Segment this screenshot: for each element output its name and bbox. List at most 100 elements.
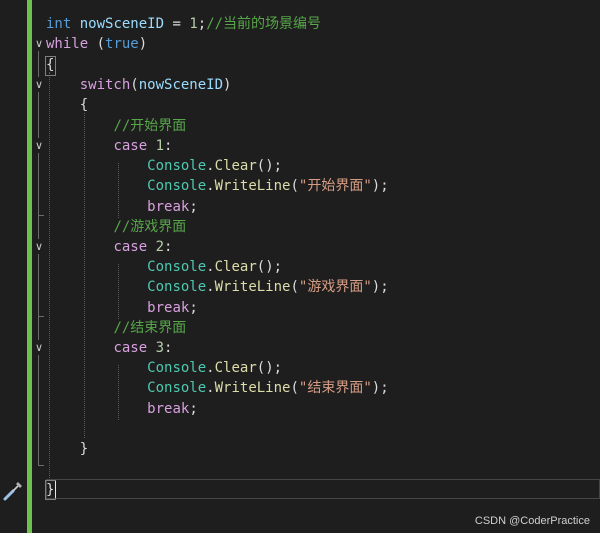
code-token: "结束界面" xyxy=(298,380,372,396)
code-token: Clear xyxy=(214,360,257,376)
code-token: case xyxy=(113,239,148,255)
code-token: ) xyxy=(223,77,232,93)
code-token: . xyxy=(206,360,215,376)
code-line[interactable]: Console.Clear(); xyxy=(46,257,282,277)
code-token: Console xyxy=(147,259,207,275)
screwdriver-icon[interactable] xyxy=(2,480,24,502)
code-token: break xyxy=(147,401,190,417)
code-editor[interactable]: ∨ ∨ ∨ ∨ ∨ int nowSceneID = 1;//当前的场景编号 wh… xyxy=(0,0,600,533)
code-token: nowSceneID xyxy=(79,16,165,32)
code-token: 1 xyxy=(155,138,165,154)
code-line[interactable]: //开始界面 xyxy=(46,116,186,136)
fold-chevron-down-icon[interactable]: ∨ xyxy=(33,241,45,253)
code-token: Console xyxy=(147,360,207,376)
change-indicator-bar xyxy=(27,0,32,533)
code-token: ( xyxy=(88,36,106,52)
fold-chevron-down-icon[interactable]: ∨ xyxy=(33,79,45,91)
code-line[interactable]: while (true) xyxy=(46,34,147,54)
code-line[interactable]: case 1: xyxy=(46,136,172,156)
code-line[interactable]: case 2: xyxy=(46,237,172,257)
code-token: ); xyxy=(371,380,389,396)
code-line[interactable]: Console.WriteLine("游戏界面"); xyxy=(46,277,389,297)
code-line[interactable]: case 3: xyxy=(46,338,172,358)
code-token: ; xyxy=(189,199,198,215)
code-token: ); xyxy=(371,279,389,295)
code-token: switch xyxy=(79,77,131,93)
code-token: while xyxy=(46,36,89,52)
code-token: ; xyxy=(197,16,207,32)
code-token: (); xyxy=(256,259,283,275)
outline-line xyxy=(38,51,39,77)
code-token: } xyxy=(46,441,89,457)
code-line[interactable]: //结束界面 xyxy=(46,318,186,338)
code-token: } xyxy=(46,482,55,498)
code-token: ) xyxy=(138,36,148,52)
code-line[interactable]: break; xyxy=(46,399,198,419)
watermark-text: CSDN @CoderPractice xyxy=(474,515,590,527)
code-token: case xyxy=(113,340,148,356)
outline-line xyxy=(38,153,39,239)
code-token: { xyxy=(46,97,89,113)
code-token: (); xyxy=(256,158,283,174)
code-line[interactable]: } xyxy=(46,480,54,500)
code-token: nowSceneID xyxy=(138,77,224,93)
code-line[interactable]: break; xyxy=(46,197,198,217)
code-line[interactable]: Console.Clear(); xyxy=(46,358,282,378)
outline-end xyxy=(38,465,44,466)
text-caret xyxy=(55,481,56,498)
code-line[interactable]: Console.Clear(); xyxy=(46,156,282,176)
code-token: true xyxy=(105,36,139,52)
code-token: . xyxy=(206,158,215,174)
fold-chevron-down-icon[interactable]: ∨ xyxy=(33,140,45,152)
fold-chevron-down-icon[interactable]: ∨ xyxy=(33,342,45,354)
code-token: : xyxy=(164,340,173,356)
code-token: 1 xyxy=(189,16,198,32)
code-line[interactable]: { xyxy=(46,95,88,115)
code-token: Console xyxy=(147,158,207,174)
code-line[interactable]: Console.WriteLine("开始界面"); xyxy=(46,176,388,196)
code-token: //开始界面 xyxy=(113,118,187,134)
code-line[interactable]: } xyxy=(46,439,88,459)
outline-line xyxy=(38,92,39,138)
code-token: Clear xyxy=(214,158,257,174)
code-line[interactable]: int nowSceneID = 1;//当前的场景编号 xyxy=(46,14,321,34)
code-token: ( xyxy=(290,279,299,295)
code-line[interactable]: switch(nowSceneID) xyxy=(46,75,232,95)
code-token: Console xyxy=(147,178,207,194)
code-token: . xyxy=(206,259,215,275)
code-token: "游戏界面" xyxy=(298,279,372,295)
code-token: "开始界面" xyxy=(298,178,372,194)
code-token: . xyxy=(206,178,215,194)
code-token: : xyxy=(164,239,173,255)
fold-chevron-down-icon[interactable]: ∨ xyxy=(33,38,45,50)
outline-end xyxy=(38,316,44,317)
outline-line xyxy=(38,355,39,465)
current-line-highlight xyxy=(46,479,600,499)
code-token: ; xyxy=(189,300,198,316)
code-line[interactable]: { xyxy=(46,55,54,75)
code-token: ; xyxy=(189,401,198,417)
code-token: ( xyxy=(130,77,139,93)
code-line[interactable]: break; xyxy=(46,298,198,318)
code-line[interactable]: //游戏界面 xyxy=(46,217,186,237)
code-token: Clear xyxy=(214,259,257,275)
code-line[interactable]: Console.WriteLine("结束界面"); xyxy=(46,378,389,398)
code-token: //游戏界面 xyxy=(113,219,187,235)
code-token: . xyxy=(206,279,215,295)
code-token: Console xyxy=(147,380,207,396)
code-token: : xyxy=(164,138,173,154)
